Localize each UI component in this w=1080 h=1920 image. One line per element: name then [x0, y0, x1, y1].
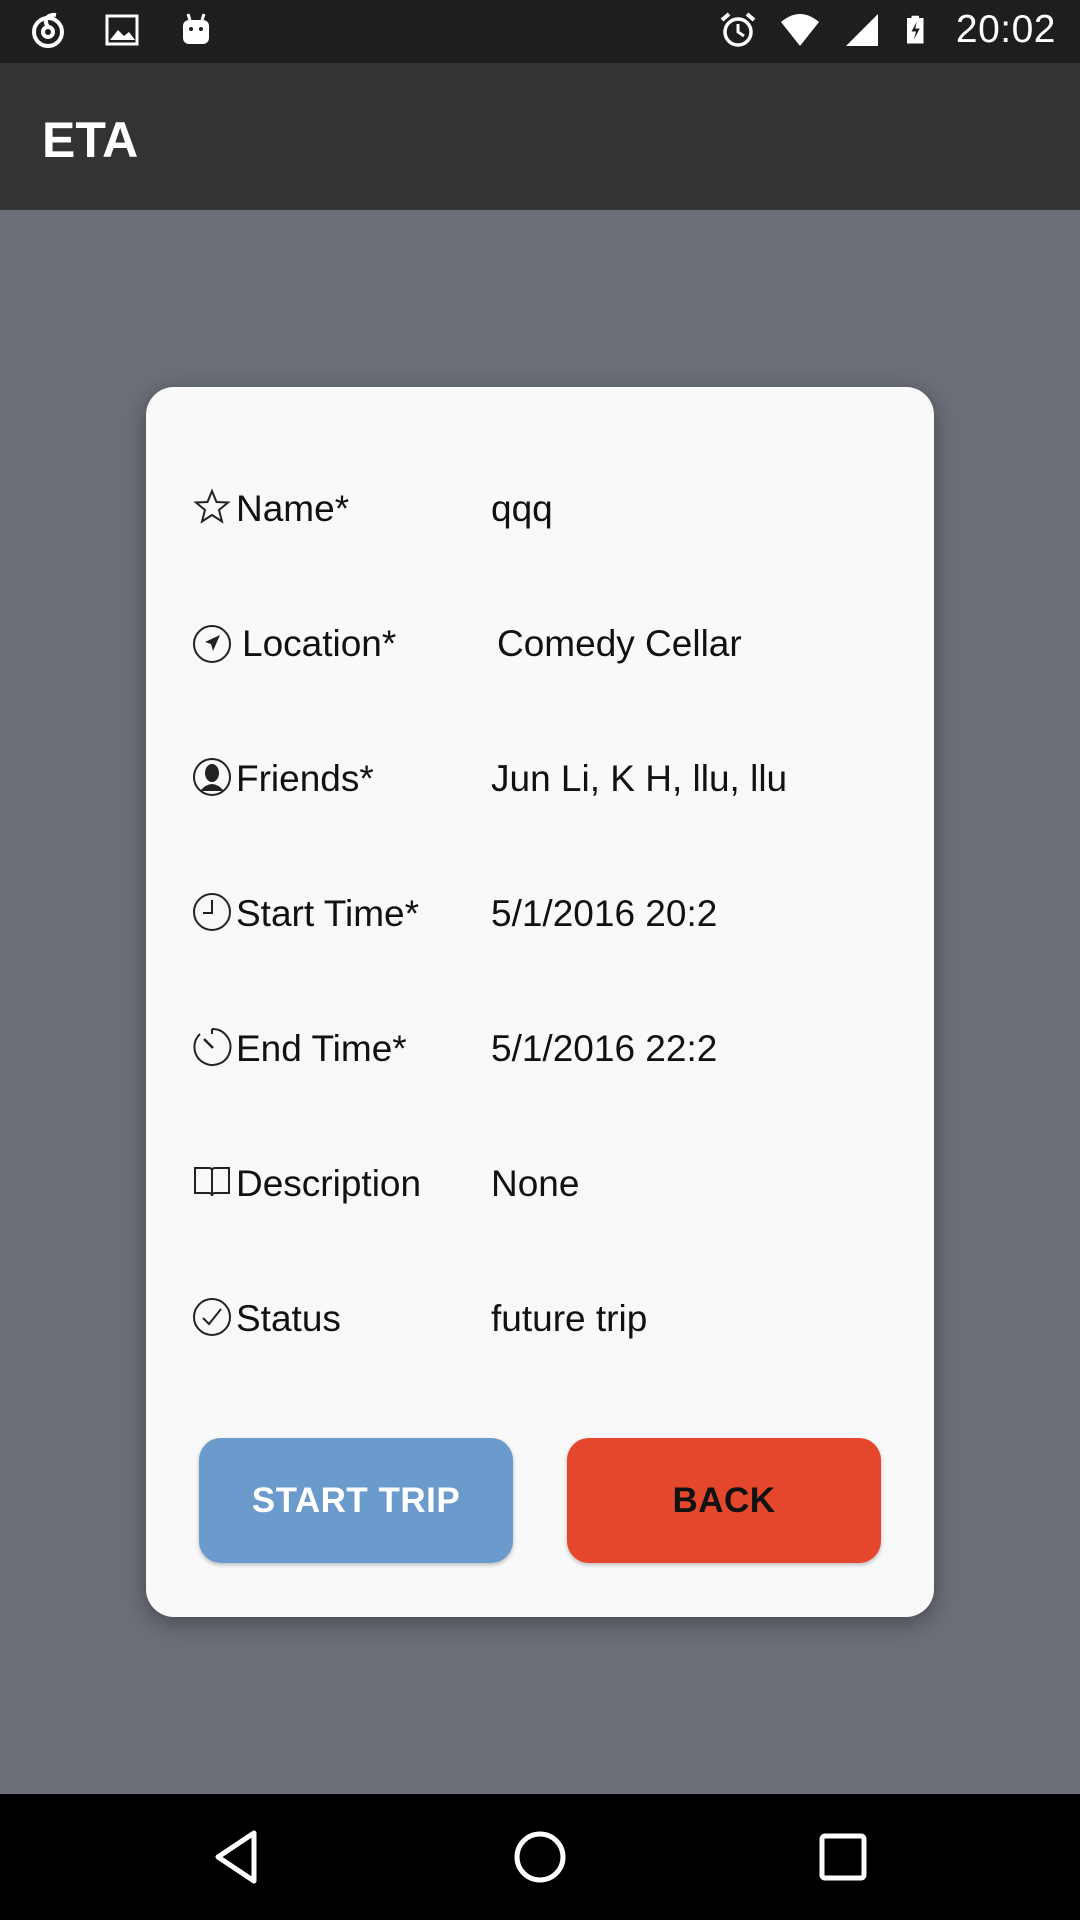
app-title: ETA [42, 112, 139, 168]
back-triangle-icon[interactable] [208, 1827, 268, 1887]
field-value-friends: Jun Li, K H, llu, llu [491, 758, 788, 799]
status-bar: 20:02 [0, 0, 1080, 63]
sync-icon [32, 12, 64, 48]
field-label-friends: Friends* [236, 758, 374, 799]
field-value-start-time: 5/1/2016 20:2 [491, 893, 718, 934]
back-button[interactable]: BACK [567, 1438, 881, 1563]
field-label-name: Name* [236, 488, 350, 529]
field-row-description: Description None [192, 1162, 892, 1222]
book-icon [194, 1167, 230, 1197]
field-row-status: Status future trip [192, 1297, 892, 1357]
signal-icon [845, 14, 878, 46]
person-icon [193, 758, 231, 796]
field-row-name: Name* qqq [192, 487, 892, 547]
trip-details-dialog: Name* qqq Location* Comedy Cellar Friend… [146, 387, 934, 1617]
wifi-icon [780, 14, 819, 46]
navigation-bar [0, 1794, 1080, 1920]
field-value-description: None [491, 1163, 580, 1204]
field-row-location: Location* Comedy Cellar [192, 622, 892, 682]
clock-time: 20:02 [955, 8, 1056, 51]
home-circle-icon[interactable] [510, 1827, 570, 1887]
field-row-end-time: End Time* 5/1/2016 22:2 [192, 1027, 892, 1087]
app-bar: ETA [0, 63, 1080, 210]
start-trip-button[interactable]: START TRIP [199, 1438, 513, 1563]
alarm-icon [720, 12, 756, 47]
field-value-status: future trip [491, 1298, 648, 1339]
field-value-name: qqq [491, 488, 553, 529]
field-label-status: Status [236, 1298, 341, 1339]
field-label-location: Location* [242, 623, 397, 664]
location-arrow-icon [193, 625, 231, 663]
field-label-description: Description [236, 1163, 422, 1204]
field-row-start-time: Start Time* 5/1/2016 20:2 [192, 892, 892, 952]
field-row-friends: Friends* Jun Li, K H, llu, llu [192, 757, 892, 817]
check-circle-icon [193, 1298, 231, 1336]
field-label-end-time: End Time* [236, 1028, 407, 1069]
battery-charging-icon [906, 15, 924, 44]
field-value-end-time: 5/1/2016 22:2 [491, 1028, 718, 1069]
field-value-location: Comedy Cellar [497, 623, 742, 664]
recents-square-icon[interactable] [813, 1827, 873, 1887]
image-icon [105, 14, 139, 46]
timer-icon [193, 1027, 232, 1066]
clock-icon [193, 893, 231, 931]
field-label-start-time: Start Time* [236, 893, 419, 934]
star-icon [193, 488, 231, 524]
android-icon [183, 13, 209, 44]
